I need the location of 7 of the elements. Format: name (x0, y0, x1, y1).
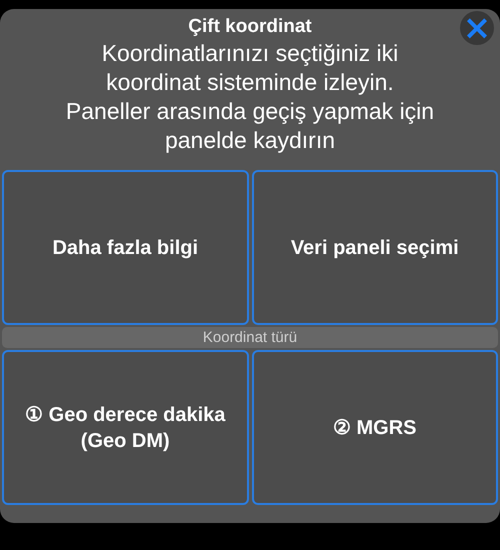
panel-option-button[interactable]: Veri paneli seçimi (252, 170, 498, 325)
section-header: Koordinat türü (2, 327, 498, 348)
coordinate-type-button[interactable]: ② MGRS (252, 350, 498, 505)
dialog-title: Çift koordinat (188, 16, 312, 38)
panel-option-button[interactable]: Daha fazla bilgi (2, 170, 248, 325)
dialog-description: Koordinatlarınızı seçtiğiniz iki koordinat sisteminde izleyin. Paneller arasında geçiş yapmak için panelde kaydırın (64, 39, 436, 155)
coordinate-type-button[interactable]: ① Geo derece dakika (Geo DM) (2, 350, 248, 505)
